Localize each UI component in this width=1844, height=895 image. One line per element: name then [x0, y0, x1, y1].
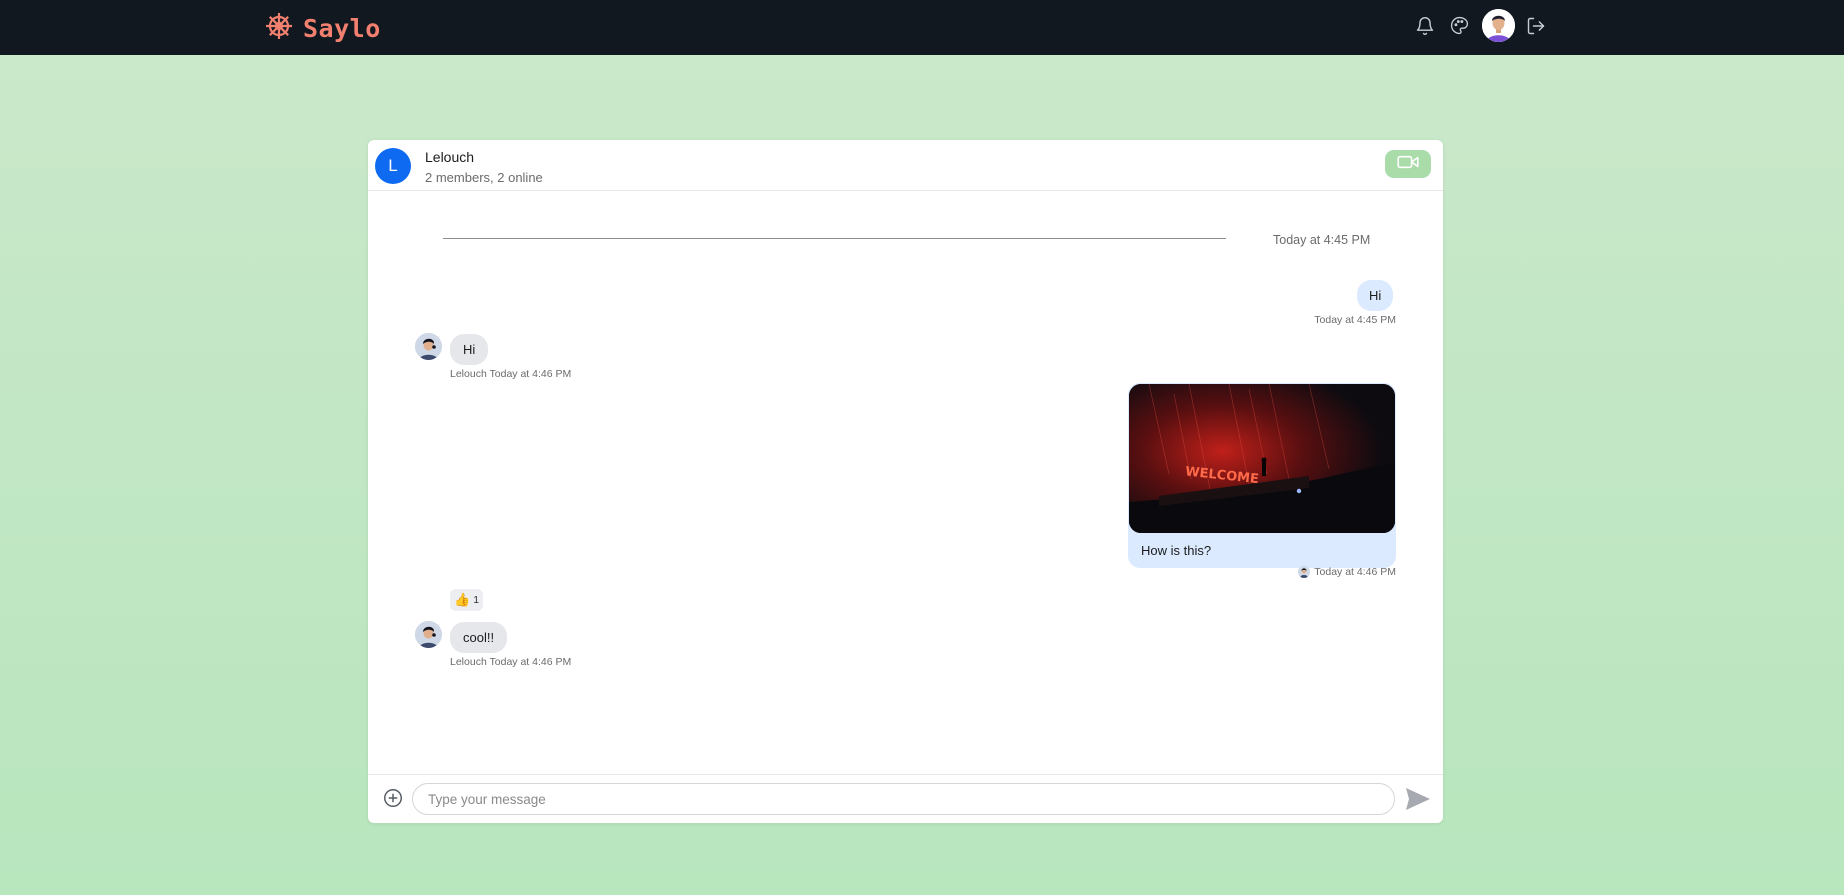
image-message[interactable]: WELCOME How is this?: [1128, 383, 1396, 568]
chat-header: L Lelouch 2 members, 2 online: [368, 140, 1443, 191]
sender-avatar[interactable]: [415, 333, 442, 360]
plus-circle-icon: [382, 789, 404, 813]
message-list[interactable]: Today at 4:45 PM Hi Today at 4:45 PM Hi …: [368, 192, 1443, 774]
message-meta: Today at 4:46 PM: [1314, 566, 1396, 578]
palette-icon[interactable]: [1446, 13, 1472, 39]
message-meta: Today at 4:45 PM: [1314, 314, 1396, 326]
send-icon: [1404, 788, 1432, 816]
reaction-badge[interactable]: 👍 1: [450, 589, 484, 611]
top-navbar: Saylo: [0, 0, 1844, 55]
bell-icon[interactable]: [1412, 13, 1438, 39]
app-name: Saylo: [303, 14, 381, 43]
header-actions: [1412, 9, 1549, 42]
group-status: 2 members, 2 online: [425, 170, 543, 185]
sender-avatar[interactable]: [415, 621, 442, 648]
read-receipt-avatar: [1298, 566, 1311, 578]
chat-window: L Lelouch 2 members, 2 online Today at 4…: [368, 140, 1443, 823]
reaction-count: 1: [473, 594, 480, 606]
send-button[interactable]: [1404, 786, 1432, 812]
avatar[interactable]: [1482, 9, 1515, 42]
logout-icon[interactable]: [1523, 13, 1549, 39]
message-meta: Lelouch Today at 4:46 PM: [450, 368, 572, 380]
group-avatar[interactable]: L: [375, 148, 411, 184]
image-caption: How is this?: [1141, 543, 1212, 558]
add-attachment-button[interactable]: [382, 787, 404, 809]
video-call-button[interactable]: [1385, 150, 1431, 178]
message-meta-with-read: Today at 4:46 PM: [1298, 566, 1396, 578]
message-bubble-incoming[interactable]: Hi: [450, 334, 489, 365]
message-bubble-incoming[interactable]: cool!!: [450, 622, 508, 653]
date-divider-line: [443, 238, 1226, 239]
ship-wheel-icon: [264, 11, 294, 46]
attached-image[interactable]: WELCOME: [1129, 384, 1395, 533]
message-bubble-outgoing[interactable]: Hi: [1357, 280, 1394, 311]
group-name: Lelouch: [425, 149, 475, 165]
video-camera-icon: [1397, 154, 1419, 175]
date-divider: Today at 4:45 PM: [1273, 233, 1371, 247]
message-composer: [368, 774, 1443, 823]
brand-logo[interactable]: Saylo: [264, 11, 381, 46]
message-input[interactable]: [412, 783, 1395, 815]
message-meta: Lelouch Today at 4:46 PM: [450, 656, 572, 668]
thumbs-up-icon: 👍: [454, 592, 471, 607]
